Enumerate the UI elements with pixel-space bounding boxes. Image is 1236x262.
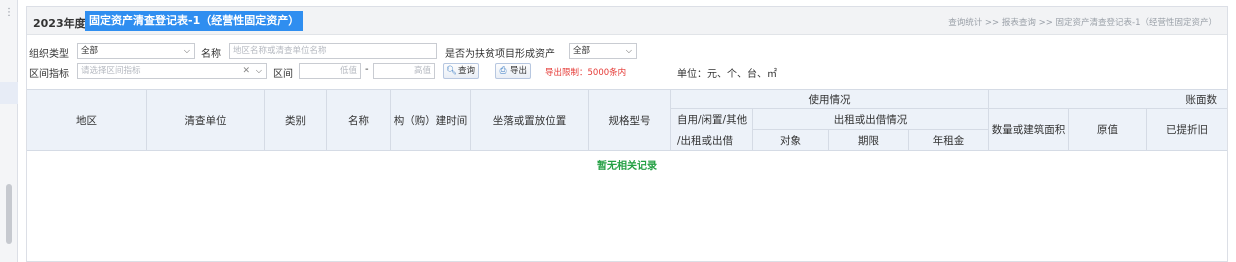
range-select[interactable]: 请选择区间指标 ✕ ⌵ bbox=[77, 63, 267, 79]
range-label: 区间指标 bbox=[29, 69, 69, 80]
left-rail: ⋮ bbox=[0, 0, 18, 262]
col-quantity[interactable]: 数量或建筑面积 bbox=[989, 109, 1069, 151]
col-self-use[interactable]: 自用/闲置/其他 bbox=[671, 109, 753, 130]
title-bar: 2023年度 固定资产清查登记表-1（经营性固定资产） 查询统计 >> 报表查询… bbox=[27, 7, 1227, 35]
interval-dash: - bbox=[365, 64, 369, 75]
poverty-select[interactable]: 全部 ⌵ bbox=[569, 43, 637, 59]
export-button[interactable]: ⎙ 导出 bbox=[495, 63, 532, 79]
col-category[interactable]: 类别 bbox=[265, 90, 327, 151]
search-icon: 🔍︎ bbox=[446, 66, 457, 76]
clear-icon[interactable]: ✕ bbox=[242, 64, 250, 78]
col-unit[interactable]: 清查单位 bbox=[147, 90, 265, 151]
group-usage: 使用情况 bbox=[671, 90, 989, 109]
col-spec[interactable]: 规格型号 bbox=[589, 90, 671, 151]
org-type-value: 全部 bbox=[81, 46, 99, 56]
col-location[interactable]: 坐落或置放位置 bbox=[471, 90, 589, 151]
rail-selected-item[interactable] bbox=[0, 82, 18, 104]
report-title: 固定资产清查登记表-1（经营性固定资产） bbox=[85, 11, 304, 31]
group-book: 账面数 bbox=[989, 90, 1227, 109]
col-name[interactable]: 名称 bbox=[327, 90, 391, 151]
empty-state: 暂无相关记录 bbox=[597, 161, 657, 172]
chevron-down-icon: ⌵ bbox=[625, 46, 632, 55]
poverty-value: 全部 bbox=[573, 46, 591, 56]
query-button[interactable]: 🔍︎查询 bbox=[443, 63, 480, 79]
interval-label: 区间 bbox=[273, 69, 293, 80]
low-value-input[interactable]: 低值 bbox=[299, 63, 361, 79]
group-rent-detail: 出租或出借情况 bbox=[753, 109, 989, 130]
col-term[interactable]: 期限 bbox=[829, 130, 909, 151]
chevron-down-icon: ⌵ bbox=[255, 66, 262, 75]
export-limit-note: 导出限制：5000条内 bbox=[545, 68, 627, 78]
col-target[interactable]: 对象 bbox=[753, 130, 829, 151]
org-type-select[interactable]: 全部 ⌵ bbox=[77, 43, 195, 59]
printer-icon: ⎙ bbox=[499, 66, 507, 76]
unit-note: 单位：元、个、台、㎡ bbox=[677, 69, 777, 80]
high-value-input[interactable]: 高值 bbox=[373, 63, 435, 79]
col-rent[interactable]: /出租或出借 bbox=[671, 130, 753, 151]
col-annual-rent[interactable]: 年租金 bbox=[909, 130, 989, 151]
table-header: 地区 清查单位 类别 名称 构（购）建时间 坐落或置放位置 规格型号 使用情况 … bbox=[27, 89, 1227, 151]
chevron-down-icon: ⌵ bbox=[183, 46, 190, 55]
col-build-time[interactable]: 构（购）建时间 bbox=[391, 90, 471, 151]
col-depreciation[interactable]: 已提折旧 bbox=[1147, 109, 1227, 151]
col-region[interactable]: 地区 bbox=[27, 90, 147, 151]
name-label: 名称 bbox=[201, 49, 221, 60]
col-original[interactable]: 原值 bbox=[1069, 109, 1147, 151]
report-panel: 2023年度 固定资产清查登记表-1（经营性固定资产） 查询统计 >> 报表查询… bbox=[26, 6, 1228, 262]
rail-scrollbar[interactable] bbox=[6, 184, 12, 244]
breadcrumb: 查询统计 >> 报表查询 >> 固定资产清查登记表-1（经营性固定资产） bbox=[948, 18, 1217, 28]
poverty-label: 是否为扶贫项目形成资产 bbox=[445, 49, 555, 60]
org-type-label: 组织类型 bbox=[29, 49, 69, 60]
report-year: 2023年度 bbox=[33, 17, 86, 30]
name-input[interactable]: 地区名称或清查单位名称 bbox=[229, 43, 437, 59]
menu-dots-icon[interactable]: ⋮ bbox=[4, 8, 14, 18]
